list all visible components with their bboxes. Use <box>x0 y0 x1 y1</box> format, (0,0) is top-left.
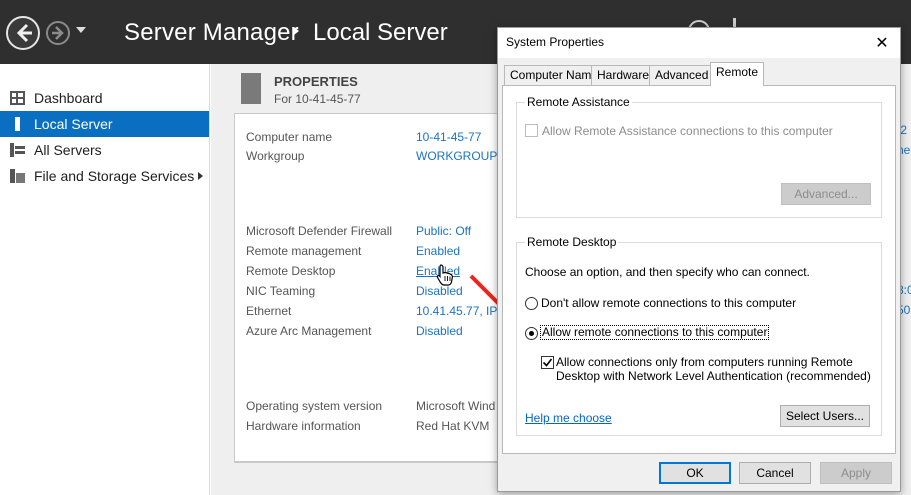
dont-allow-radio[interactable] <box>525 297 538 310</box>
tab-computer-name[interactable]: Computer Name <box>504 65 605 85</box>
properties-icon <box>241 73 261 104</box>
system-properties-dialog: System Properties ✕ Computer Name Hardwa… <box>497 27 901 492</box>
hand-cursor-icon <box>436 264 453 286</box>
checkmark-icon <box>542 358 553 367</box>
advanced-button[interactable]: Advanced... <box>781 183 871 205</box>
sidebar-item-label: Local Server <box>34 116 113 132</box>
group-title: Remote Desktop <box>525 235 619 249</box>
sidebar-item-dashboard[interactable]: Dashboard <box>0 85 209 111</box>
properties-subtitle: For 10-41-45-77 <box>274 92 361 106</box>
sidebar-item-label: Dashboard <box>34 90 103 106</box>
breadcrumb-current: Local Server <box>313 19 448 46</box>
dialog-titlebar[interactable]: System Properties ✕ <box>498 28 900 58</box>
radio-selected-dot <box>529 331 534 336</box>
sidebar-item-file-storage[interactable]: File and Storage Services <box>0 163 209 189</box>
dont-allow-label[interactable]: Don't allow remote connections to this c… <box>541 296 796 310</box>
remote-desktop-group: Remote Desktop Choose an option, and the… <box>516 235 882 436</box>
app-title: Server Manager <box>124 19 299 46</box>
cancel-button[interactable]: Cancel <box>739 462 811 484</box>
close-icon[interactable]: ✕ <box>874 33 890 53</box>
property-value-link[interactable]: Disabled <box>416 284 463 298</box>
property-key: Remote Desktop <box>246 264 336 278</box>
tab-hardware[interactable]: Hardware <box>591 65 656 85</box>
tab-advanced[interactable]: Advanced <box>649 65 715 85</box>
property-key: NIC Teaming <box>246 284 316 298</box>
dialog-title: System Properties <box>506 35 605 49</box>
ok-button[interactable]: OK <box>659 462 731 484</box>
local-server-icon <box>15 117 20 131</box>
dashboard-icon <box>10 91 25 105</box>
property-value-link[interactable]: WORKGROUP <box>416 149 497 163</box>
property-value-link[interactable]: Public: Off <box>416 224 471 238</box>
sidebar-item-label: File and Storage Services <box>34 168 195 184</box>
remote-assistance-group: Remote Assistance Allow Remote Assistanc… <box>516 95 882 218</box>
allow-radio[interactable] <box>525 327 538 340</box>
property-key: Microsoft Defender Firewall <box>246 224 393 238</box>
property-key: Ethernet <box>246 304 292 318</box>
property-value: Red Hat KVM <box>416 419 490 433</box>
horizontal-scrollbar[interactable] <box>234 462 534 463</box>
property-key: Azure Arc Management <box>246 324 372 338</box>
apply-button[interactable]: Apply <box>820 462 892 484</box>
storage-icon <box>10 169 25 183</box>
sidebar-item-all-servers[interactable]: All Servers <box>0 137 209 163</box>
properties-title: PROPERTIES <box>274 74 358 89</box>
remote-assistance-label: Allow Remote Assistance connections to t… <box>542 124 833 138</box>
sidebar-item-label: All Servers <box>34 142 102 158</box>
tab-remote[interactable]: Remote <box>710 62 765 86</box>
nla-label-line1[interactable]: Allow connections only from computers ru… <box>556 355 853 369</box>
breadcrumb-separator-icon <box>294 27 299 35</box>
help-me-choose-link[interactable]: Help me choose <box>525 411 612 425</box>
property-key: Computer name <box>246 130 333 144</box>
remote-desktop-instruction: Choose an option, and then specify who c… <box>525 265 810 279</box>
select-users-button[interactable]: Select Users... <box>780 405 870 427</box>
property-value-link[interactable]: Disabled <box>416 324 463 338</box>
forward-arrow-icon[interactable] <box>46 21 70 45</box>
property-key: Hardware information <box>246 419 361 433</box>
group-title: Remote Assistance <box>525 95 632 109</box>
nav-dropdown-icon[interactable] <box>76 27 86 33</box>
property-key: Workgroup <box>246 149 305 163</box>
nla-checkbox[interactable] <box>541 356 554 369</box>
nla-label-line2[interactable]: Desktop with Network Level Authenticatio… <box>556 369 871 383</box>
back-arrow-icon[interactable] <box>6 16 40 50</box>
property-key: Operating system version <box>246 399 383 413</box>
property-key: Remote management <box>246 244 362 258</box>
sidebar-item-local-server[interactable]: Local Server <box>0 111 209 137</box>
remote-tab-page: Remote Assistance Allow Remote Assistanc… <box>502 85 896 454</box>
chevron-right-icon[interactable] <box>198 172 203 180</box>
allow-label[interactable]: Allow remote connections to this compute… <box>540 325 770 340</box>
remote-assistance-checkbox[interactable] <box>525 124 538 137</box>
property-value-link[interactable]: 10-41-45-77 <box>416 130 481 144</box>
property-value-link[interactable]: Enabled <box>416 244 460 258</box>
property-value: Microsoft Wind <box>416 399 496 413</box>
all-servers-icon <box>10 143 25 157</box>
sidebar: Dashboard Local Server All Servers File … <box>0 64 210 495</box>
